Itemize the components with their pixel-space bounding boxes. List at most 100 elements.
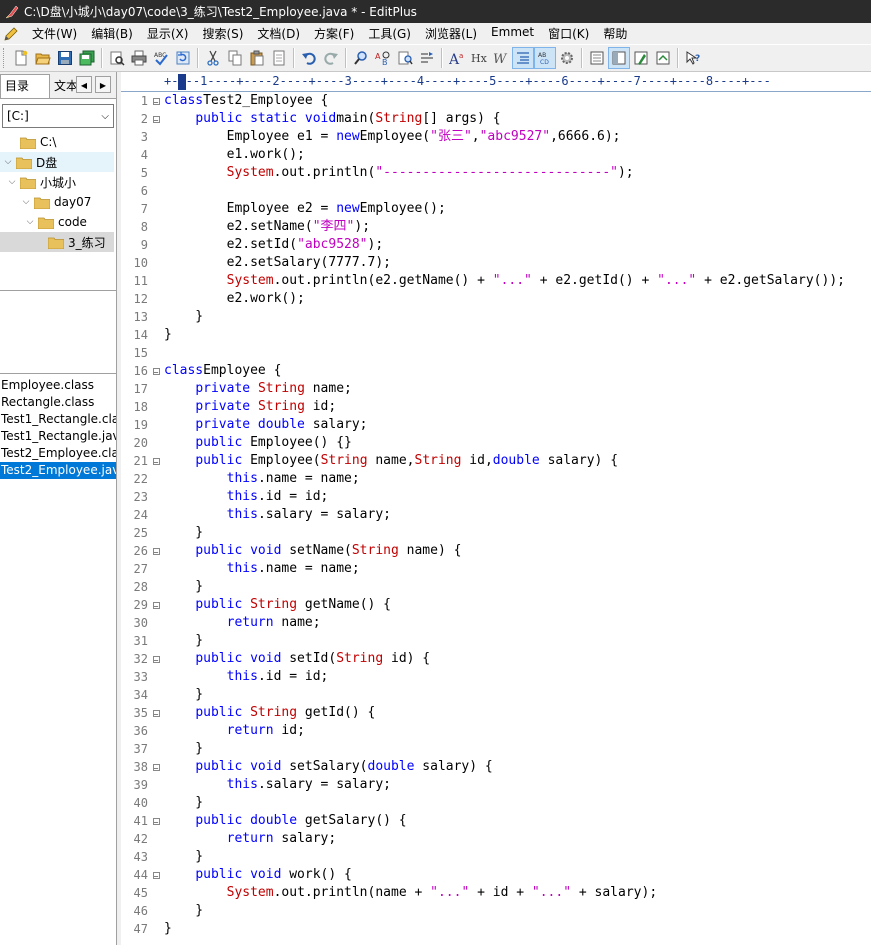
code-line[interactable]: 5 System.out.println("------------------… (121, 164, 871, 182)
fold-toggle-icon[interactable]: − (148, 92, 164, 110)
code-line[interactable]: 7 Employee e2 = newEmployee(); (121, 200, 871, 218)
code-line[interactable]: 45 System.out.println(name + "..." + id … (121, 884, 871, 902)
expand-chevron-icon[interactable]: ⌵ (6, 177, 18, 187)
code-line[interactable]: 1− classTest2_Employee { (121, 92, 871, 110)
refresh-button[interactable] (172, 47, 194, 69)
code-line[interactable]: 20 public Employee() {} (121, 434, 871, 452)
code-line[interactable]: 40 } (121, 794, 871, 812)
code-line[interactable]: 26− public void setName(String name) { (121, 542, 871, 560)
code-line[interactable]: 32− public void setId(String id) { (121, 650, 871, 668)
toolbar-grip[interactable] (3, 48, 7, 68)
redo-button[interactable] (320, 47, 342, 69)
view-4-button[interactable] (652, 47, 674, 69)
open-button[interactable] (32, 47, 54, 69)
code-line[interactable]: 10 e2.setSalary(7777.7); (121, 254, 871, 272)
code-line[interactable]: 13 } (121, 308, 871, 326)
replace-button[interactable]: AB (372, 47, 394, 69)
tab-scroll-right-icon[interactable]: ▶ (95, 76, 111, 93)
fold-toggle-icon[interactable]: − (148, 362, 164, 380)
undo-button[interactable] (298, 47, 320, 69)
code-line[interactable]: 4 e1.work(); (121, 146, 871, 164)
delete-button[interactable] (268, 47, 290, 69)
file-list-item[interactable]: Test1_Rectangle.jav (0, 428, 116, 445)
fold-toggle-icon[interactable]: − (148, 596, 164, 614)
print-button[interactable] (128, 47, 150, 69)
code-line[interactable]: 30 return name; (121, 614, 871, 632)
code-line[interactable]: 24 this.salary = salary; (121, 506, 871, 524)
code-line[interactable]: 36 return id; (121, 722, 871, 740)
tree-node-[interactable]: ⌵ 小城小 (0, 172, 114, 192)
code-line[interactable]: 25 } (121, 524, 871, 542)
code-line[interactable]: 42 return salary; (121, 830, 871, 848)
tree-node-C[interactable]: C:\ (0, 132, 114, 152)
code-line[interactable]: 6 (121, 182, 871, 200)
code-line[interactable]: 44− public void work() { (121, 866, 871, 884)
line-numbers-button[interactable] (512, 47, 534, 69)
menu-item-5[interactable]: 方案(F) (307, 25, 361, 42)
code-line[interactable]: 12 e2.work(); (121, 290, 871, 308)
file-list-item[interactable]: Rectangle.class (0, 394, 116, 411)
fold-toggle-icon[interactable]: − (148, 866, 164, 884)
code-line[interactable]: 22 this.name = name; (121, 470, 871, 488)
menu-item-8[interactable]: Emmet (484, 25, 541, 42)
menu-item-7[interactable]: 浏览器(L) (418, 25, 484, 42)
find-button[interactable] (350, 47, 372, 69)
view-3-button[interactable] (630, 47, 652, 69)
code-line[interactable]: 28 } (121, 578, 871, 596)
code-line[interactable]: 27 this.name = name; (121, 560, 871, 578)
file-list-item[interactable]: Test1_Rectangle.cla (0, 411, 116, 428)
spell-check-button[interactable]: ABC (150, 47, 172, 69)
save-button[interactable] (54, 47, 76, 69)
new-file-button[interactable] (10, 47, 32, 69)
code-line[interactable]: 19 private double salary; (121, 416, 871, 434)
code-line[interactable]: 16− classEmployee { (121, 362, 871, 380)
menu-item-0[interactable]: 文件(W) (25, 25, 84, 42)
paste-button[interactable] (246, 47, 268, 69)
expand-chevron-icon[interactable]: ⌵ (2, 157, 14, 167)
tree-node-day07[interactable]: ⌵ day07 (0, 192, 114, 212)
hx-button[interactable]: Hx (468, 47, 490, 69)
tab-scroll-left-icon[interactable]: ◀ (76, 76, 92, 93)
menu-item-3[interactable]: 搜索(S) (195, 25, 250, 42)
save-all-button[interactable] (76, 47, 98, 69)
code-line[interactable]: 43 } (121, 848, 871, 866)
menu-item-2[interactable]: 显示(X) (140, 25, 196, 42)
code-line[interactable]: 33 this.id = id; (121, 668, 871, 686)
menu-item-4[interactable]: 文档(D) (250, 25, 307, 42)
code-editor[interactable]: +----1----+----2----+----3----+----4----… (121, 72, 871, 945)
code-line[interactable]: 15 (121, 344, 871, 362)
tree-node-D[interactable]: ⌵ D盘 (0, 152, 114, 172)
expand-chevron-icon[interactable]: ⌵ (24, 217, 36, 227)
code-line[interactable]: 46 } (121, 902, 871, 920)
code-area[interactable]: 1− classTest2_Employee {2− public static … (121, 92, 871, 938)
menu-item-1[interactable]: 编辑(B) (84, 25, 140, 42)
fold-toggle-icon[interactable]: − (148, 542, 164, 560)
drive-select[interactable]: [C:] ⌵ (2, 104, 114, 128)
view-2-button[interactable] (608, 47, 630, 69)
code-line[interactable]: 47} (121, 920, 871, 938)
code-line[interactable]: 41− public double getSalary() { (121, 812, 871, 830)
code-line[interactable]: 31 } (121, 632, 871, 650)
help-button[interactable]: ? (682, 47, 704, 69)
code-line[interactable]: 14} (121, 326, 871, 344)
print-preview-button[interactable] (106, 47, 128, 69)
cut-button[interactable] (202, 47, 224, 69)
word-wrap-button[interactable]: W (490, 47, 512, 69)
fold-toggle-icon[interactable]: − (148, 110, 164, 128)
view-1-button[interactable] (586, 47, 608, 69)
find-in-files-button[interactable] (394, 47, 416, 69)
tree-node-code[interactable]: ⌵ code (0, 212, 114, 232)
code-line[interactable]: 21− public Employee(String name,String i… (121, 452, 871, 470)
fold-toggle-icon[interactable]: − (148, 650, 164, 668)
code-line[interactable]: 2− public static voidmain(String[] args)… (121, 110, 871, 128)
code-line[interactable]: 17 private String name; (121, 380, 871, 398)
code-line[interactable]: 3 Employee e1 = newEmployee("张三","abc952… (121, 128, 871, 146)
indent-guides-button[interactable]: AB CD (534, 47, 556, 69)
code-line[interactable]: 38− public void setSalary(double salary)… (121, 758, 871, 776)
file-list-item[interactable]: Employee.class (0, 377, 116, 394)
code-line[interactable]: 37 } (121, 740, 871, 758)
fold-toggle-icon[interactable]: − (148, 812, 164, 830)
code-line[interactable]: 18 private String id; (121, 398, 871, 416)
fold-toggle-icon[interactable]: − (148, 704, 164, 722)
menu-item-9[interactable]: 窗口(K) (541, 25, 596, 42)
